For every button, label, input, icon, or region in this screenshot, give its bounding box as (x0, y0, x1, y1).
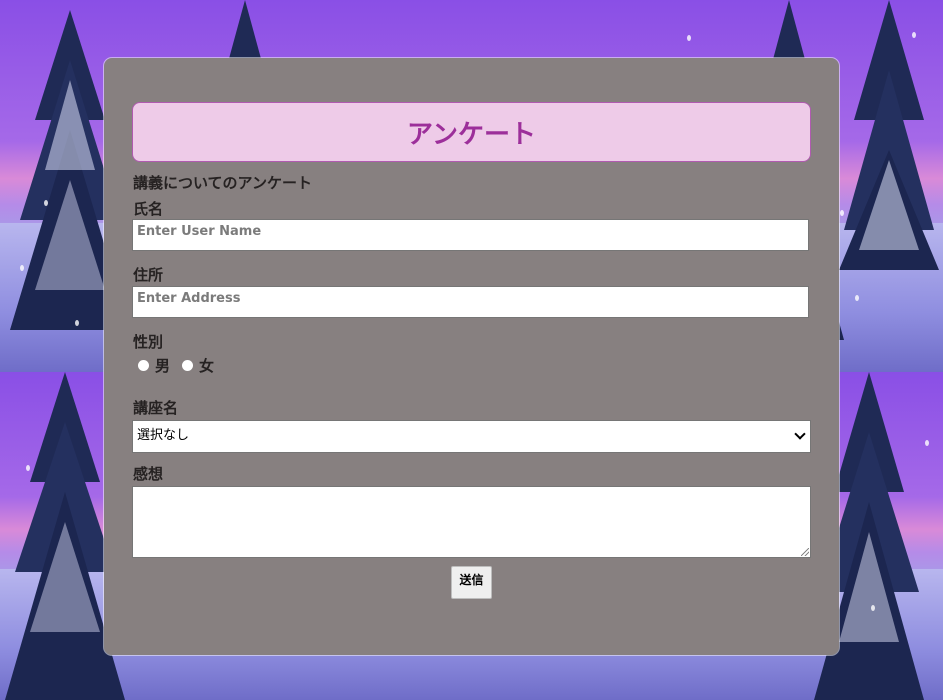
snowflake (925, 440, 929, 446)
course-label: 講座名 (133, 399, 179, 417)
form-subtitle: 講義についてのアンケート (133, 174, 312, 192)
address-input[interactable]: Enter Address (132, 286, 809, 318)
course-selected-value: 選択なし (137, 428, 190, 443)
gender-radio-female[interactable] (182, 360, 194, 371)
resize-grip-icon[interactable] (801, 548, 809, 556)
snowflake (687, 35, 691, 41)
title-banner: アンケート (132, 102, 811, 162)
gender-option-male[interactable]: 男 (155, 355, 170, 376)
snowflake (912, 32, 916, 38)
snowflake (75, 320, 79, 326)
page-title: アンケート (407, 119, 536, 150)
name-input[interactable]: Enter User Name (132, 219, 809, 251)
address-placeholder: Enter Address (137, 291, 241, 306)
snowflake (44, 200, 48, 206)
snowflake (871, 605, 875, 611)
gender-radio-male[interactable] (138, 360, 149, 371)
snowflake (20, 265, 24, 271)
gender-option-female[interactable]: 女 (199, 355, 214, 376)
name-label: 氏名 (133, 200, 164, 218)
snowflake (855, 295, 859, 301)
comment-label: 感想 (133, 465, 164, 483)
survey-form: アンケート 講義についてのアンケート 氏名 Enter User Name 住所… (104, 58, 839, 655)
snowflake (26, 465, 30, 471)
gender-radio-group: 男 女 (138, 355, 220, 376)
chevron-down-icon (794, 428, 806, 440)
address-label: 住所 (133, 266, 164, 284)
submit-button[interactable]: 送信 (451, 566, 492, 599)
comment-textarea[interactable] (132, 486, 811, 558)
snowflake (840, 210, 844, 216)
gender-label: 性別 (133, 333, 164, 351)
course-select[interactable]: 選択なし (132, 420, 811, 453)
name-placeholder: Enter User Name (137, 224, 262, 239)
